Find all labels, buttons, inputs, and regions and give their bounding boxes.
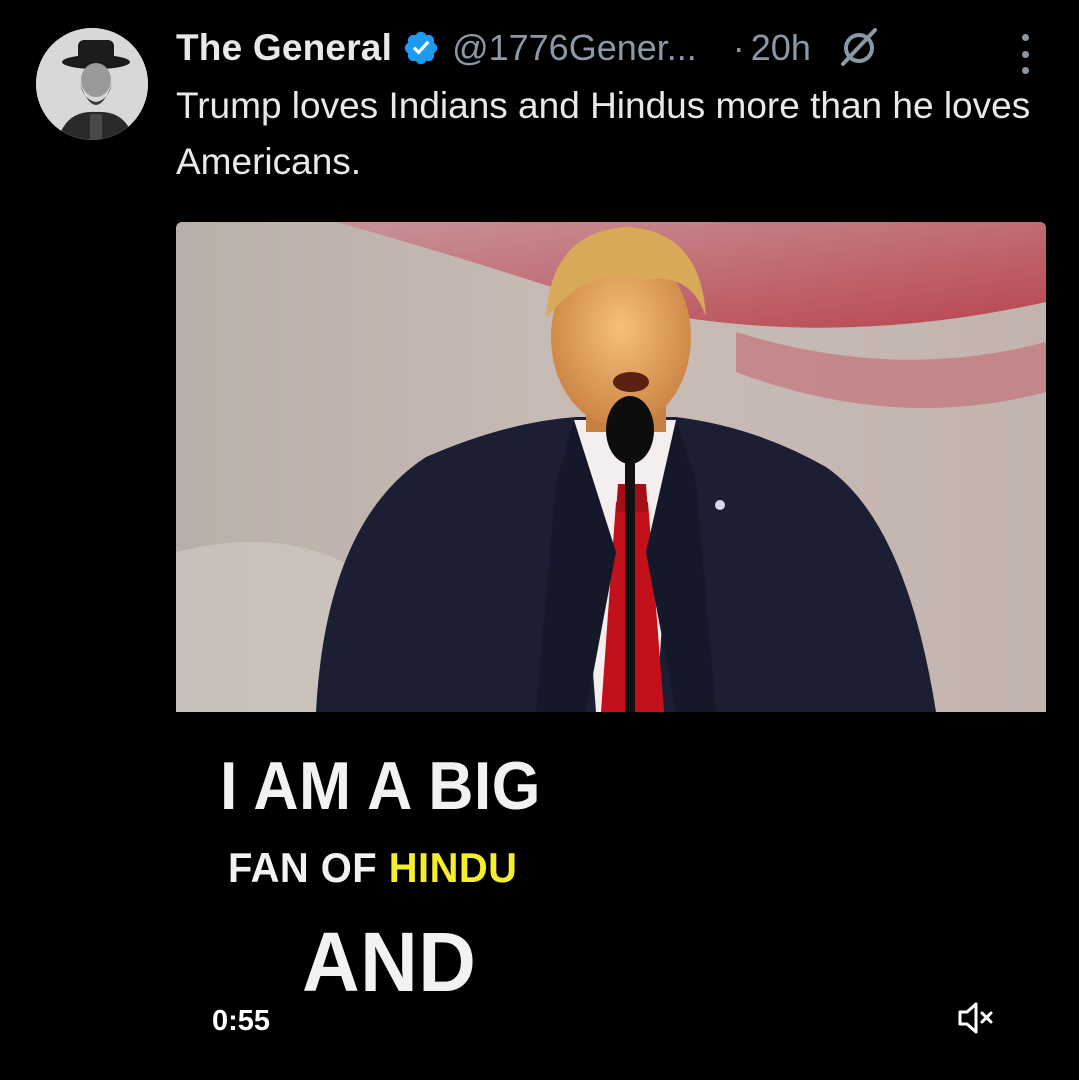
more-options-icon[interactable] <box>1015 34 1035 74</box>
tweet-header: The General @1776Gener... · 20h <box>176 22 1049 74</box>
caption-line-2: FAN OF HINDU <box>228 844 517 892</box>
grok-icon[interactable] <box>837 26 881 70</box>
timestamp[interactable]: 20h <box>751 27 811 69</box>
tweet-text: Trump loves Indians and Hindus more than… <box>176 85 1031 182</box>
display-name[interactable]: The General <box>176 27 392 69</box>
caption-line-1: I AM A BIG <box>220 748 541 824</box>
caption-line-2-highlight: HINDU <box>388 844 518 891</box>
user-handle[interactable]: @1776Gener... <box>452 27 697 69</box>
verified-badge-icon <box>402 29 440 67</box>
video-still-image <box>176 222 1046 712</box>
tweet-screen: The General @1776Gener... · 20h Trump lo… <box>0 0 1079 1080</box>
video-duration: 0:55 <box>212 1005 271 1037</box>
muted-speaker-icon[interactable] <box>956 998 996 1038</box>
separator-dot: · <box>732 27 745 68</box>
avatar[interactable] <box>36 28 148 140</box>
video-frame <box>176 222 1046 712</box>
caption-line-2-prefix: FAN OF <box>228 844 389 891</box>
avatar-portrait-image <box>36 28 148 140</box>
video-player[interactable]: I AM A BIG FAN OF HINDU AND 0:55 <box>176 222 1046 1080</box>
caption-line-3: AND <box>302 915 477 1009</box>
